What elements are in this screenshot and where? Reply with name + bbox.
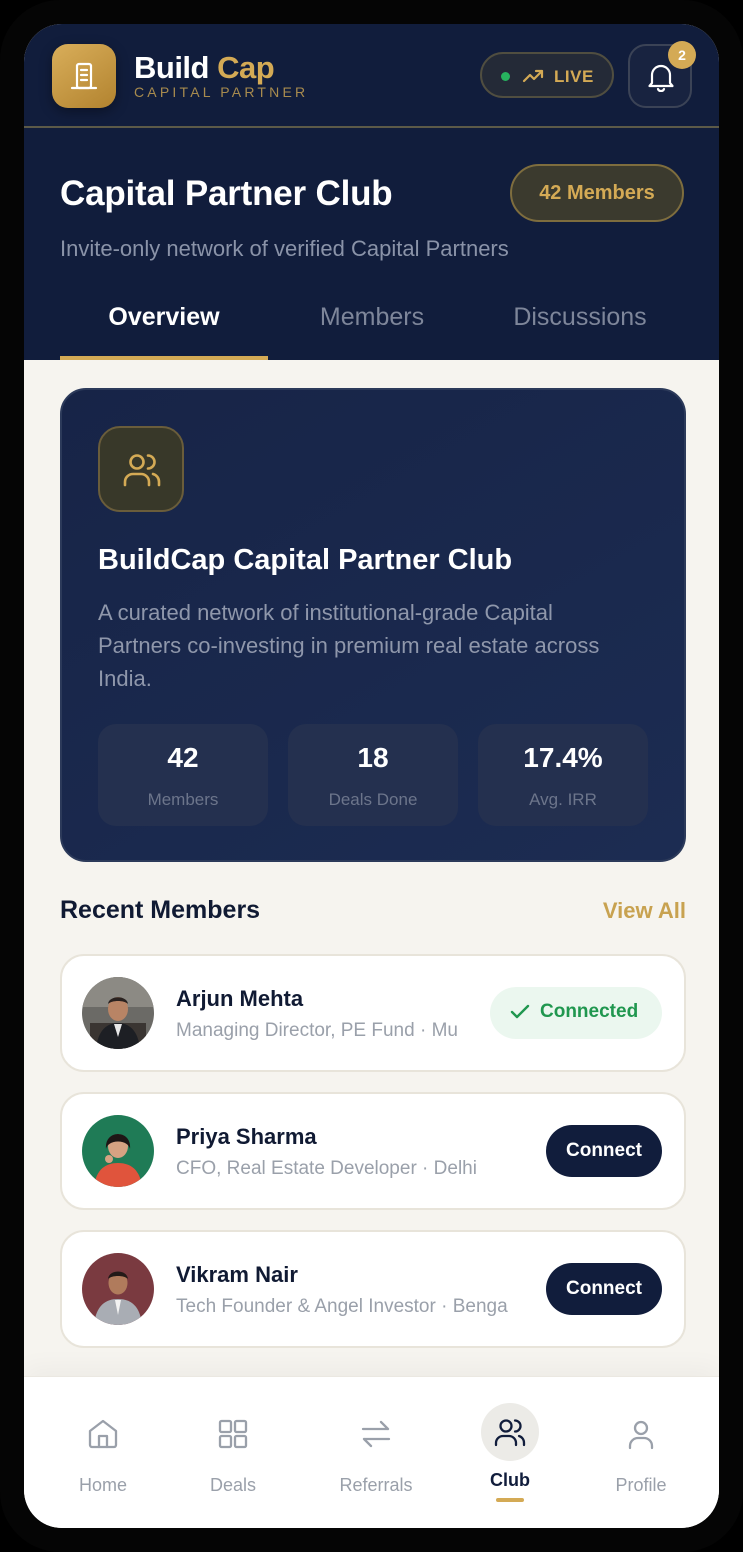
nav-active-indicator — [496, 1498, 524, 1502]
tab-discussions[interactable]: Discussions — [476, 296, 684, 360]
nav-club[interactable]: Club — [445, 1377, 575, 1528]
recent-members-title: Recent Members — [60, 896, 261, 924]
member-card-arjun-mehta[interactable]: Arjun Mehta Managing Director, PE Fund ·… — [60, 954, 686, 1072]
nav-label: Club — [490, 1470, 530, 1490]
avatar — [82, 977, 154, 1049]
bottom-navigation: Home Deals Referrals Club Profile — [24, 1376, 719, 1528]
nav-label: Home — [78, 1475, 127, 1495]
tab-overview[interactable]: Overview — [60, 296, 268, 360]
member-name: Priya Sharma — [176, 1124, 317, 1149]
stat-value: 42 — [167, 742, 199, 773]
nav-profile[interactable]: Profile — [576, 1377, 706, 1528]
users-icon — [494, 1419, 526, 1447]
trending-up-icon — [522, 69, 544, 83]
live-indicator[interactable]: LIVE — [480, 52, 614, 98]
building-icon — [70, 62, 98, 90]
member-name: Arjun Mehta — [176, 986, 304, 1011]
member-card-priya-sharma[interactable]: Priya Sharma CFO, Real Estate Developer … — [60, 1092, 686, 1210]
nav-label: Referrals — [339, 1475, 413, 1495]
app-screen: Build Cap CAPITAL PARTNER LIVE 2 Capital… — [24, 24, 719, 1528]
users-icon — [123, 454, 161, 487]
top-bar: Build Cap CAPITAL PARTNER LIVE 2 — [24, 24, 719, 128]
active-tab-indicator — [60, 356, 268, 360]
stat-label: Deals Done — [328, 790, 418, 809]
brand-name: Build Cap — [134, 50, 275, 86]
club-card-title: BuildCap Capital Partner Club — [98, 544, 513, 576]
connect-button[interactable]: Connect — [546, 1263, 662, 1315]
live-dot-icon — [501, 72, 510, 81]
stat-value: 18 — [357, 742, 389, 773]
member-role: Managing Director, PE Fund · Mu — [176, 1020, 458, 1041]
connected-status-badge[interactable]: Connected — [490, 987, 662, 1039]
member-role: Tech Founder & Angel Investor · Benga — [176, 1296, 508, 1317]
brand-name-part2: Cap — [217, 50, 275, 85]
club-card-description: A curated network of institutional-grade… — [98, 600, 600, 691]
members-count-badge[interactable]: 42 Members — [510, 164, 684, 222]
member-card-vikram-nair[interactable]: Vikram Nair Tech Founder & Angel Investo… — [60, 1230, 686, 1348]
stat-avg-irr: 17.4% Avg. IRR — [478, 724, 648, 826]
stat-deals-done: 18 Deals Done — [288, 724, 458, 826]
avatar — [82, 1253, 154, 1325]
page-subtitle: Invite-only network of verified Capital … — [60, 236, 509, 261]
nav-deals[interactable]: Deals — [168, 1377, 298, 1528]
club-icon-box — [98, 426, 184, 512]
brand-subtitle: CAPITAL PARTNER — [134, 84, 309, 100]
member-role: CFO, Real Estate Developer · Delhi — [176, 1158, 477, 1179]
notification-badge: 2 — [668, 41, 696, 69]
grid-icon — [218, 1419, 248, 1449]
member-name: Vikram Nair — [176, 1262, 298, 1287]
phone-frame: Build Cap CAPITAL PARTNER LIVE 2 Capital… — [0, 0, 743, 1552]
stat-value: 17.4% — [523, 742, 603, 773]
bell-icon — [648, 64, 674, 92]
tab-members[interactable]: Members — [268, 296, 476, 360]
stat-members: 42 Members — [98, 724, 268, 826]
stat-label: Members — [147, 790, 219, 809]
view-all-link[interactable]: View All — [584, 898, 686, 924]
logo[interactable] — [52, 44, 116, 108]
stat-label: Avg. IRR — [529, 790, 597, 809]
connect-button[interactable]: Connect — [546, 1125, 662, 1177]
club-overview-card: BuildCap Capital Partner Club A curated … — [60, 388, 686, 862]
nav-label: Profile — [615, 1475, 667, 1495]
avatar — [82, 1115, 154, 1187]
nav-referrals[interactable]: Referrals — [311, 1377, 441, 1528]
nav-home[interactable]: Home — [38, 1377, 168, 1528]
connected-label: Connected — [540, 1001, 639, 1022]
page-title: Capital Partner Club — [60, 174, 393, 213]
check-icon — [510, 1004, 530, 1019]
brand-name-part1: Build — [134, 50, 210, 85]
user-icon — [628, 1420, 654, 1450]
swap-arrows-icon — [361, 1420, 391, 1448]
live-label: LIVE — [554, 67, 594, 86]
nav-label: Deals — [209, 1475, 257, 1495]
home-icon — [88, 1419, 118, 1449]
header: Build Cap CAPITAL PARTNER LIVE 2 Capital… — [24, 24, 719, 360]
